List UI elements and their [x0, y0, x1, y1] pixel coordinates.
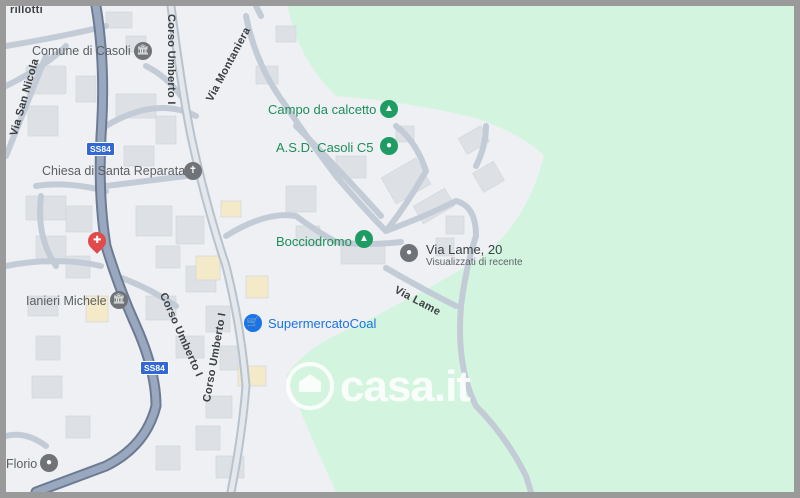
government-building-icon[interactable]: 🏛 [134, 42, 152, 60]
shopping-cart-icon[interactable]: 🛒 [244, 314, 262, 332]
map-frame: Corso Umberto I Via Montaniera Via San N… [0, 0, 800, 498]
ss84-shield: SS84 [140, 361, 169, 375]
map-canvas[interactable]: Corso Umberto I Via Montaniera Via San N… [6, 6, 794, 492]
bank-icon[interactable]: 🏛 [110, 291, 128, 309]
poi-label-comune[interactable]: Comune di Casoli [32, 44, 131, 58]
park-tree-icon[interactable]: ▲ [380, 100, 398, 118]
location-pin-icon[interactable]: ● [400, 244, 418, 262]
poi-label-chiesa[interactable]: Chiesa di Santa Reparata [42, 164, 185, 178]
place-pin-icon[interactable]: ● [40, 454, 58, 472]
poi-label-florio[interactable]: Florio [6, 457, 37, 471]
ss84-shield: SS84 [86, 142, 115, 156]
watermark-text: casa.it [340, 362, 471, 411]
poi-label-via-lame[interactable]: Via Lame, 20 [426, 242, 502, 257]
church-icon[interactable]: ✝ [184, 162, 202, 180]
poi-label-supermercato[interactable]: SupermercatoCoal [268, 316, 376, 331]
road-label-top-left: rillotti [10, 6, 43, 16]
poi-sublabel-visualizzati: Visualizzati di recente [426, 257, 523, 268]
park-tree-icon[interactable]: ▲ [355, 230, 373, 248]
poi-label-asd[interactable]: A.S.D. Casoli C5 [276, 140, 374, 155]
poi-label-campo[interactable]: Campo da calcetto [268, 102, 376, 117]
road-label-corso-umberto-top: Corso Umberto I [165, 14, 177, 105]
poi-label-bocciodromo[interactable]: Bocciodromo [276, 234, 352, 249]
poi-label-ianieri[interactable]: Ianieri Michele [26, 294, 107, 308]
sports-pin-icon[interactable]: ● [380, 137, 398, 155]
